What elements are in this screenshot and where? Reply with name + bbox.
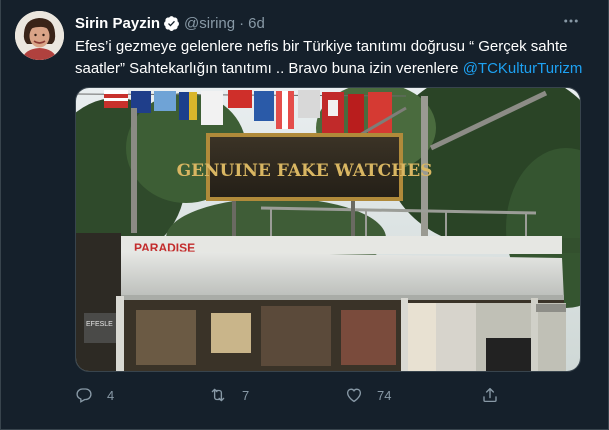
share-button[interactable] — [481, 383, 499, 407]
share-icon — [481, 386, 499, 404]
heart-icon — [345, 386, 363, 404]
reply-count: 4 — [107, 387, 115, 403]
reply-icon — [75, 386, 93, 404]
avatar[interactable] — [15, 11, 64, 60]
retweet-icon — [208, 386, 228, 404]
mention-link[interactable]: @TCKulturTurizm — [463, 60, 583, 77]
tweet-photo[interactable]: GENUINE FAKE WATCHES PARADISE EFESLE — [75, 87, 581, 372]
like-count: 74 — [377, 387, 392, 403]
author-display-name[interactable]: Sirin Payzin — [75, 15, 160, 32]
genuine-fake-watches-sign: GENUINE FAKE WATCHES — [177, 133, 433, 201]
verified-badge-icon — [163, 15, 180, 32]
tweet-actions: 4 7 74 — [75, 383, 585, 407]
retweet-count: 7 — [242, 387, 250, 403]
tweet-header: Sirin Payzin @siring · 6d — [75, 13, 265, 33]
sign-text: GENUINE FAKE WATCHES — [177, 161, 433, 181]
retweet-button[interactable]: 7 — [208, 383, 249, 407]
tweet-frame: Sirin Payzin @siring · 6d Efes’i gezmeye… — [0, 0, 609, 430]
reply-button[interactable]: 4 — [75, 383, 114, 407]
tweet[interactable]: Sirin Payzin @siring · 6d Efes’i gezmeye… — [1, 0, 608, 428]
author-handle[interactable]: @siring — [184, 15, 235, 32]
tweet-text: Efes’i gezmeye gelenlere nefis bir Türki… — [75, 36, 585, 80]
tweet-timestamp[interactable]: 6d — [248, 15, 265, 32]
like-button[interactable]: 74 — [345, 383, 391, 407]
separator-dot: · — [239, 14, 245, 32]
more-options-button[interactable] — [559, 12, 583, 34]
side-sign-text: EFESLE — [86, 321, 113, 328]
more-horizontal-icon — [562, 12, 580, 35]
